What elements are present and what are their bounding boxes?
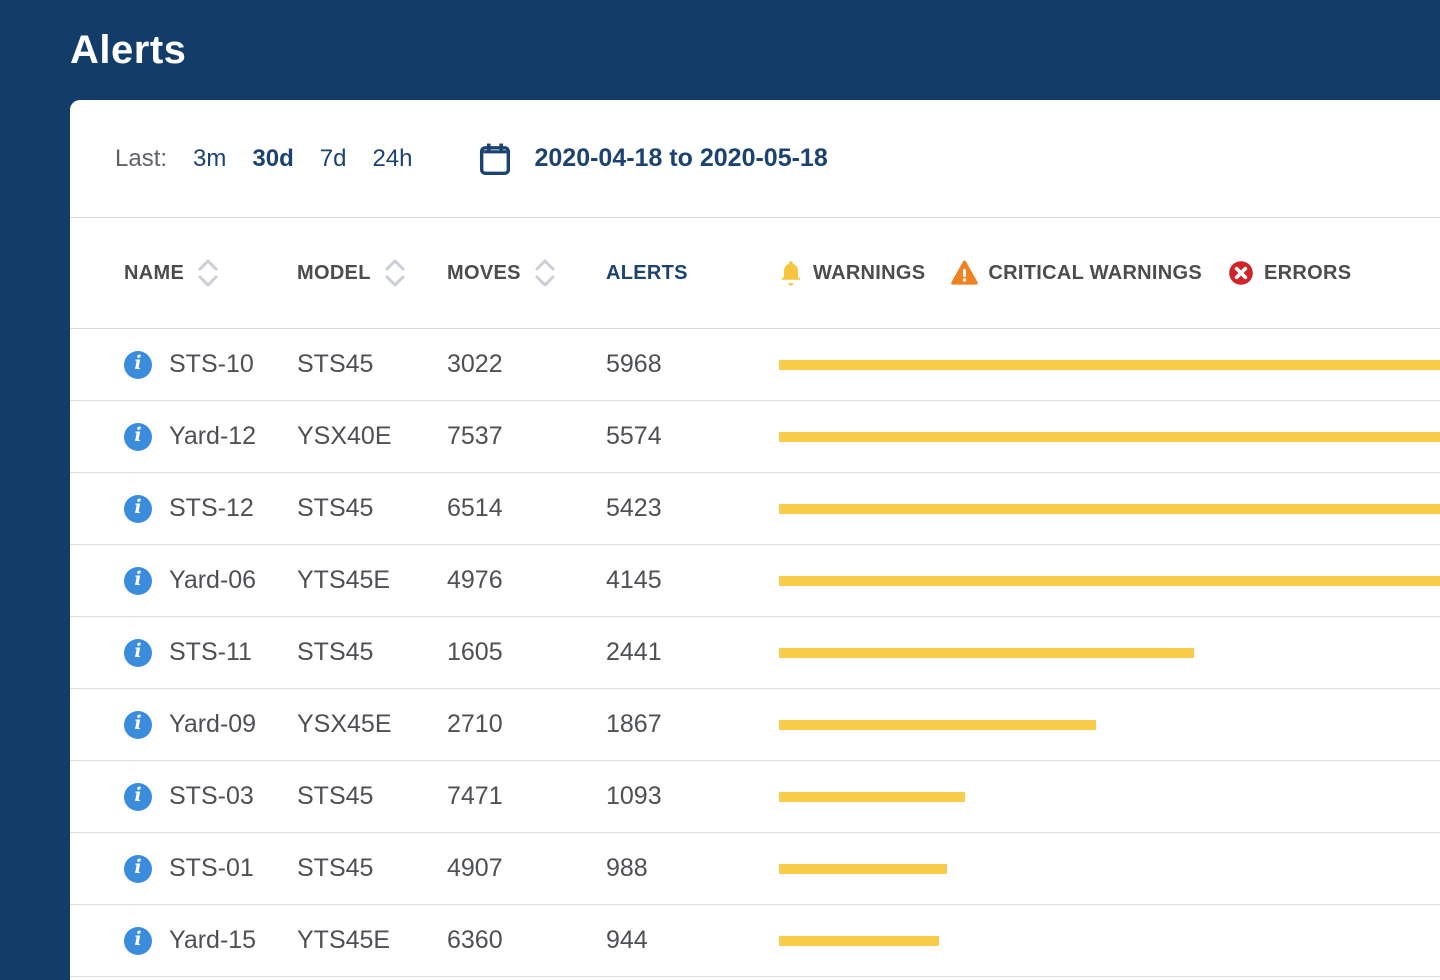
cell-name: STS-11 bbox=[169, 638, 297, 667]
alerts-bar bbox=[779, 936, 939, 946]
page-title: Alerts bbox=[70, 28, 186, 73]
alerts-legend: WARNINGS CRITICAL WARNINGS ERRORS bbox=[779, 259, 1440, 287]
info-icon[interactable] bbox=[124, 351, 152, 379]
bell-icon bbox=[779, 259, 803, 287]
info-icon[interactable] bbox=[124, 567, 152, 595]
cell-moves: 6360 bbox=[447, 926, 606, 955]
time-filter-bar: Last: 3m 30d 7d 24h 2020-04-18 to 2020-0… bbox=[70, 100, 1440, 218]
cell-model: STS45 bbox=[297, 638, 447, 667]
cell-alerts: 944 bbox=[606, 926, 779, 955]
cell-name: Yard-09 bbox=[169, 710, 297, 739]
info-icon[interactable] bbox=[124, 495, 152, 523]
cell-name: STS-10 bbox=[169, 350, 297, 379]
cell-moves: 4907 bbox=[447, 854, 606, 883]
table-row: STS-03 STS45 7471 1093 bbox=[70, 761, 1440, 833]
error-icon bbox=[1228, 260, 1254, 286]
alerts-bar bbox=[779, 504, 1440, 514]
date-range-picker[interactable]: 2020-04-18 to 2020-05-18 bbox=[478, 141, 827, 177]
cell-model: YSX40E bbox=[297, 422, 447, 451]
cell-moves: 4976 bbox=[447, 566, 606, 595]
col-name[interactable]: NAME bbox=[124, 262, 184, 285]
cell-alerts: 5423 bbox=[606, 494, 779, 523]
cell-name: STS-01 bbox=[169, 854, 297, 883]
table-row: STS-01 STS45 4907 988 bbox=[70, 833, 1440, 905]
cell-model: STS45 bbox=[297, 494, 447, 523]
last-label: Last: bbox=[115, 145, 167, 173]
info-icon[interactable] bbox=[124, 639, 152, 667]
table-row: STS-11 STS45 1605 2441 bbox=[70, 617, 1440, 689]
alerts-bar bbox=[779, 648, 1194, 658]
col-alerts[interactable]: ALERTS bbox=[606, 262, 688, 285]
date-range-text: 2020-04-18 to 2020-05-18 bbox=[534, 144, 827, 173]
cell-moves: 7471 bbox=[447, 782, 606, 811]
alerts-bar bbox=[779, 360, 1440, 370]
filter-24h[interactable]: 24h bbox=[372, 145, 412, 173]
cell-alerts: 1093 bbox=[606, 782, 779, 811]
table-row: STS-10 STS45 3022 5968 bbox=[70, 329, 1440, 401]
table-header: NAME MODEL MOVES ALERTS bbox=[70, 218, 1440, 329]
cell-alerts: 5574 bbox=[606, 422, 779, 451]
legend-errors: ERRORS bbox=[1228, 260, 1351, 286]
info-icon[interactable] bbox=[124, 855, 152, 883]
cell-name: Yard-06 bbox=[169, 566, 297, 595]
table-row: Yard-15 YTS45E 6360 944 bbox=[70, 905, 1440, 977]
cell-name: Yard-15 bbox=[169, 926, 297, 955]
cell-alerts: 4145 bbox=[606, 566, 779, 595]
alerts-card: Last: 3m 30d 7d 24h 2020-04-18 to 2020-0… bbox=[70, 100, 1440, 980]
cell-alerts: 5968 bbox=[606, 350, 779, 379]
cell-model: YSX45E bbox=[297, 710, 447, 739]
info-icon[interactable] bbox=[124, 423, 152, 451]
cell-moves: 2710 bbox=[447, 710, 606, 739]
cell-model: YTS45E bbox=[297, 926, 447, 955]
legend-critical-warnings: CRITICAL WARNINGS bbox=[951, 260, 1202, 286]
table-row: STS-12 STS45 6514 5423 bbox=[70, 473, 1440, 545]
table-row: Yard-12 YSX40E 7537 5574 bbox=[70, 401, 1440, 473]
info-icon[interactable] bbox=[124, 927, 152, 955]
cell-moves: 6514 bbox=[447, 494, 606, 523]
cell-moves: 7537 bbox=[447, 422, 606, 451]
alerts-bar bbox=[779, 792, 965, 802]
cell-name: STS-12 bbox=[169, 494, 297, 523]
filter-30d[interactable]: 30d bbox=[252, 145, 293, 173]
col-moves[interactable]: MOVES bbox=[447, 262, 521, 285]
table-row: Yard-09 YSX45E 2710 1867 bbox=[70, 689, 1440, 761]
alerts-bar bbox=[779, 864, 947, 874]
critical-warning-icon bbox=[951, 260, 978, 286]
filter-7d[interactable]: 7d bbox=[320, 145, 347, 173]
info-icon[interactable] bbox=[124, 711, 152, 739]
alerts-bar bbox=[779, 576, 1440, 586]
cell-alerts: 1867 bbox=[606, 710, 779, 739]
cell-moves: 1605 bbox=[447, 638, 606, 667]
cell-model: STS45 bbox=[297, 350, 447, 379]
calendar-icon bbox=[478, 141, 512, 177]
table-body: STS-10 STS45 3022 5968 Yard-12 YSX40E 75… bbox=[70, 329, 1440, 977]
cell-model: STS45 bbox=[297, 854, 447, 883]
cell-model: YTS45E bbox=[297, 566, 447, 595]
sort-icon[interactable] bbox=[196, 256, 220, 290]
cell-name: Yard-12 bbox=[169, 422, 297, 451]
info-icon[interactable] bbox=[124, 783, 152, 811]
alerts-bar bbox=[779, 720, 1096, 730]
table-row: Yard-06 YTS45E 4976 4145 bbox=[70, 545, 1440, 617]
cell-moves: 3022 bbox=[447, 350, 606, 379]
filter-3m[interactable]: 3m bbox=[193, 145, 226, 173]
cell-alerts: 2441 bbox=[606, 638, 779, 667]
cell-model: STS45 bbox=[297, 782, 447, 811]
legend-warnings: WARNINGS bbox=[779, 259, 925, 287]
cell-alerts: 988 bbox=[606, 854, 779, 883]
alerts-bar bbox=[779, 432, 1440, 442]
sort-icon[interactable] bbox=[383, 256, 407, 290]
col-model[interactable]: MODEL bbox=[297, 262, 371, 285]
sort-icon[interactable] bbox=[533, 256, 557, 290]
cell-name: STS-03 bbox=[169, 782, 297, 811]
